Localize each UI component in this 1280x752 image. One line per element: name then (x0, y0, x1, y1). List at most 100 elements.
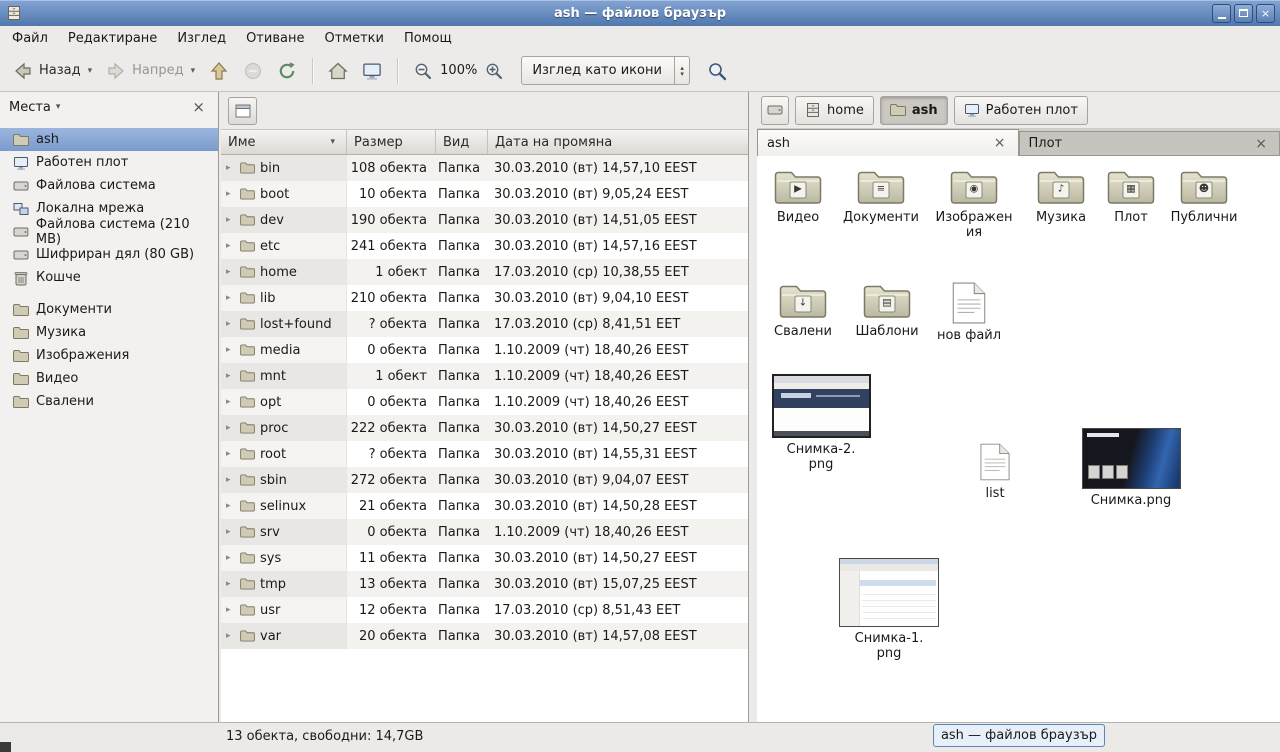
expander-icon[interactable]: ▸ (226, 605, 235, 615)
home-button[interactable] (321, 55, 355, 87)
expander-icon[interactable]: ▸ (226, 631, 235, 641)
sidebar-item-12[interactable]: Свалени (0, 390, 218, 413)
file-row-etc[interactable]: ▸etc241 обектаПапка30.03.2010 (вт) 14,57… (221, 233, 748, 259)
file-row-opt[interactable]: ▸opt0 обектаПапка1.10.2009 (чт) 18,40,26… (221, 389, 748, 415)
sidebar-title[interactable]: Места (9, 100, 51, 115)
expander-icon[interactable]: ▸ (226, 241, 235, 251)
pane-toggle-button[interactable] (228, 97, 257, 125)
file-row-root[interactable]: ▸root? обектаПапка30.03.2010 (вт) 14,55,… (221, 441, 748, 467)
expander-icon[interactable]: ▸ (226, 371, 235, 381)
icon-item-video[interactable]: ▶ Видео (759, 168, 837, 225)
icon-item-downloads[interactable]: ↓ Свалени (763, 282, 843, 339)
icon-item-snimka-2[interactable]: Снимка-2.png (767, 374, 875, 472)
tab-close-icon[interactable]: × (991, 135, 1009, 151)
sidebar-close-icon[interactable]: × (188, 99, 209, 116)
close-button[interactable]: × (1256, 4, 1275, 23)
icon-item-snimka[interactable]: Снимка.png (1073, 428, 1189, 508)
pathbar-ash-button[interactable]: ash (880, 96, 948, 125)
sidebar-item-9[interactable]: Музика (0, 321, 218, 344)
icon-item-public[interactable]: ☻ Публични (1163, 168, 1245, 225)
up-button[interactable] (202, 55, 236, 87)
sidebar-item-4[interactable]: Файлова система (210 MB) (0, 220, 218, 243)
menu-edit[interactable]: Редактиране (58, 28, 167, 49)
icon-item-desktop-folder[interactable]: ▦ Плот (1099, 168, 1163, 225)
sidebar-item-6[interactable]: Кошче (0, 266, 218, 289)
column-header-date[interactable]: Дата на промяна (488, 130, 748, 154)
file-row-home[interactable]: ▸home1 обектПапка17.03.2010 (ср) 10,38,5… (221, 259, 748, 285)
back-dropdown-icon[interactable]: ▾ (88, 66, 93, 76)
expander-icon[interactable]: ▸ (226, 267, 235, 277)
file-row-lost+found[interactable]: ▸lost+found? обектаПапка17.03.2010 (ср) … (221, 311, 748, 337)
menu-file[interactable]: Файл (2, 28, 58, 49)
file-row-bin[interactable]: ▸bin108 обектаПапка30.03.2010 (вт) 14,57… (221, 155, 748, 181)
menu-help[interactable]: Помощ (394, 28, 462, 49)
view-mode-select[interactable]: Изглед като икони ▴▾ (521, 56, 690, 85)
reload-button[interactable] (270, 55, 304, 87)
title-bar[interactable]: ash — файлов браузър × (0, 0, 1280, 27)
sidebar-item-10[interactable]: Изображения (0, 344, 218, 367)
file-row-usr[interactable]: ▸usr12 обектаПапка17.03.2010 (ср) 8,51,4… (221, 597, 748, 623)
chevron-down-icon[interactable]: ▾ (56, 102, 61, 112)
expander-icon[interactable]: ▸ (226, 423, 235, 433)
sidebar-item-11[interactable]: Видео (0, 367, 218, 390)
zoom-out-button[interactable] (406, 55, 440, 87)
tab-ash[interactable]: ash × (757, 129, 1019, 156)
icon-item-pictures[interactable]: ◉ Изображения (929, 168, 1019, 240)
expander-icon[interactable]: ▸ (226, 215, 235, 225)
expander-icon[interactable]: ▸ (226, 449, 235, 459)
expander-icon[interactable]: ▸ (226, 475, 235, 485)
file-row-tmp[interactable]: ▸tmp13 обектаПапка30.03.2010 (вт) 15,07,… (221, 571, 748, 597)
sidebar-item-8[interactable]: Документи (0, 298, 218, 321)
pathbar-root-button[interactable] (761, 96, 789, 125)
icon-item-documents[interactable]: ≡ Документи (839, 168, 923, 225)
icon-item-snimka-1[interactable]: Снимка-1.png (833, 558, 945, 661)
expander-icon[interactable]: ▸ (226, 189, 235, 199)
expander-icon[interactable]: ▸ (226, 293, 235, 303)
expander-icon[interactable]: ▸ (226, 527, 235, 537)
column-header-name[interactable]: Име ▾ (221, 130, 347, 154)
icon-view[interactable]: ▶ Видео ≡ Документи ◉ Изображения ♪ Музи… (757, 156, 1280, 723)
minimize-button[interactable] (1212, 4, 1231, 23)
pathbar-home-button[interactable]: home (795, 96, 874, 125)
search-button[interactable] (700, 55, 734, 87)
expander-icon[interactable]: ▸ (226, 345, 235, 355)
file-row-sbin[interactable]: ▸sbin272 обектаПапка30.03.2010 (вт) 9,04… (221, 467, 748, 493)
computer-button[interactable] (355, 55, 389, 87)
file-row-lib[interactable]: ▸lib210 обектаПапка30.03.2010 (вт) 9,04,… (221, 285, 748, 311)
taskbar-window-button[interactable]: ash — файлов браузър (933, 724, 1105, 747)
icon-item-music[interactable]: ♪ Музика (1021, 168, 1101, 225)
pathbar-desktop-button[interactable]: Работен плот (954, 96, 1088, 125)
column-header-type[interactable]: Вид (436, 130, 488, 154)
menu-view[interactable]: Изглед (167, 28, 236, 49)
tab-close-icon[interactable]: × (1252, 136, 1270, 152)
icon-item-list-file[interactable]: list (959, 442, 1031, 501)
column-header-size[interactable]: Размер (347, 130, 436, 154)
file-row-dev[interactable]: ▸dev190 обектаПапка30.03.2010 (вт) 14,51… (221, 207, 748, 233)
icon-item-templates[interactable]: ▤ Шаблони (847, 282, 927, 339)
menu-go[interactable]: Отиване (236, 28, 314, 49)
expander-icon[interactable]: ▸ (226, 579, 235, 589)
zoom-in-button[interactable] (477, 55, 511, 87)
file-row-boot[interactable]: ▸boot10 обектаПапка30.03.2010 (вт) 9,05,… (221, 181, 748, 207)
file-row-mnt[interactable]: ▸mnt1 обектПапка1.10.2009 (чт) 18,40,26 … (221, 363, 748, 389)
maximize-button[interactable] (1234, 4, 1253, 23)
stop-button[interactable] (236, 55, 270, 87)
expander-icon[interactable]: ▸ (226, 397, 235, 407)
file-row-selinux[interactable]: ▸selinux21 обектаПапка30.03.2010 (вт) 14… (221, 493, 748, 519)
sidebar-item-2[interactable]: Файлова система (0, 174, 218, 197)
back-button[interactable]: Назад ▾ (6, 55, 99, 87)
sidebar-item-1[interactable]: Работен плот (0, 151, 218, 174)
icon-item-new-file[interactable]: нов файл (929, 282, 1009, 343)
expander-icon[interactable]: ▸ (226, 553, 235, 563)
menu-bookmarks[interactable]: Отметки (314, 28, 393, 49)
sidebar-item-0[interactable]: ash (0, 128, 218, 151)
file-row-media[interactable]: ▸media0 обектаПапка1.10.2009 (чт) 18,40,… (221, 337, 748, 363)
forward-button[interactable]: Напред ▾ (99, 55, 202, 87)
file-row-sys[interactable]: ▸sys11 обектаПапка30.03.2010 (вт) 14,50,… (221, 545, 748, 571)
expander-icon[interactable]: ▸ (226, 501, 235, 511)
expander-icon[interactable]: ▸ (226, 319, 235, 329)
tab-plot[interactable]: Плот × (1019, 131, 1280, 156)
file-row-proc[interactable]: ▸proc222 обектаПапка30.03.2010 (вт) 14,5… (221, 415, 748, 441)
forward-dropdown-icon[interactable]: ▾ (191, 66, 196, 76)
file-row-srv[interactable]: ▸srv0 обектаПапка1.10.2009 (чт) 18,40,26… (221, 519, 748, 545)
